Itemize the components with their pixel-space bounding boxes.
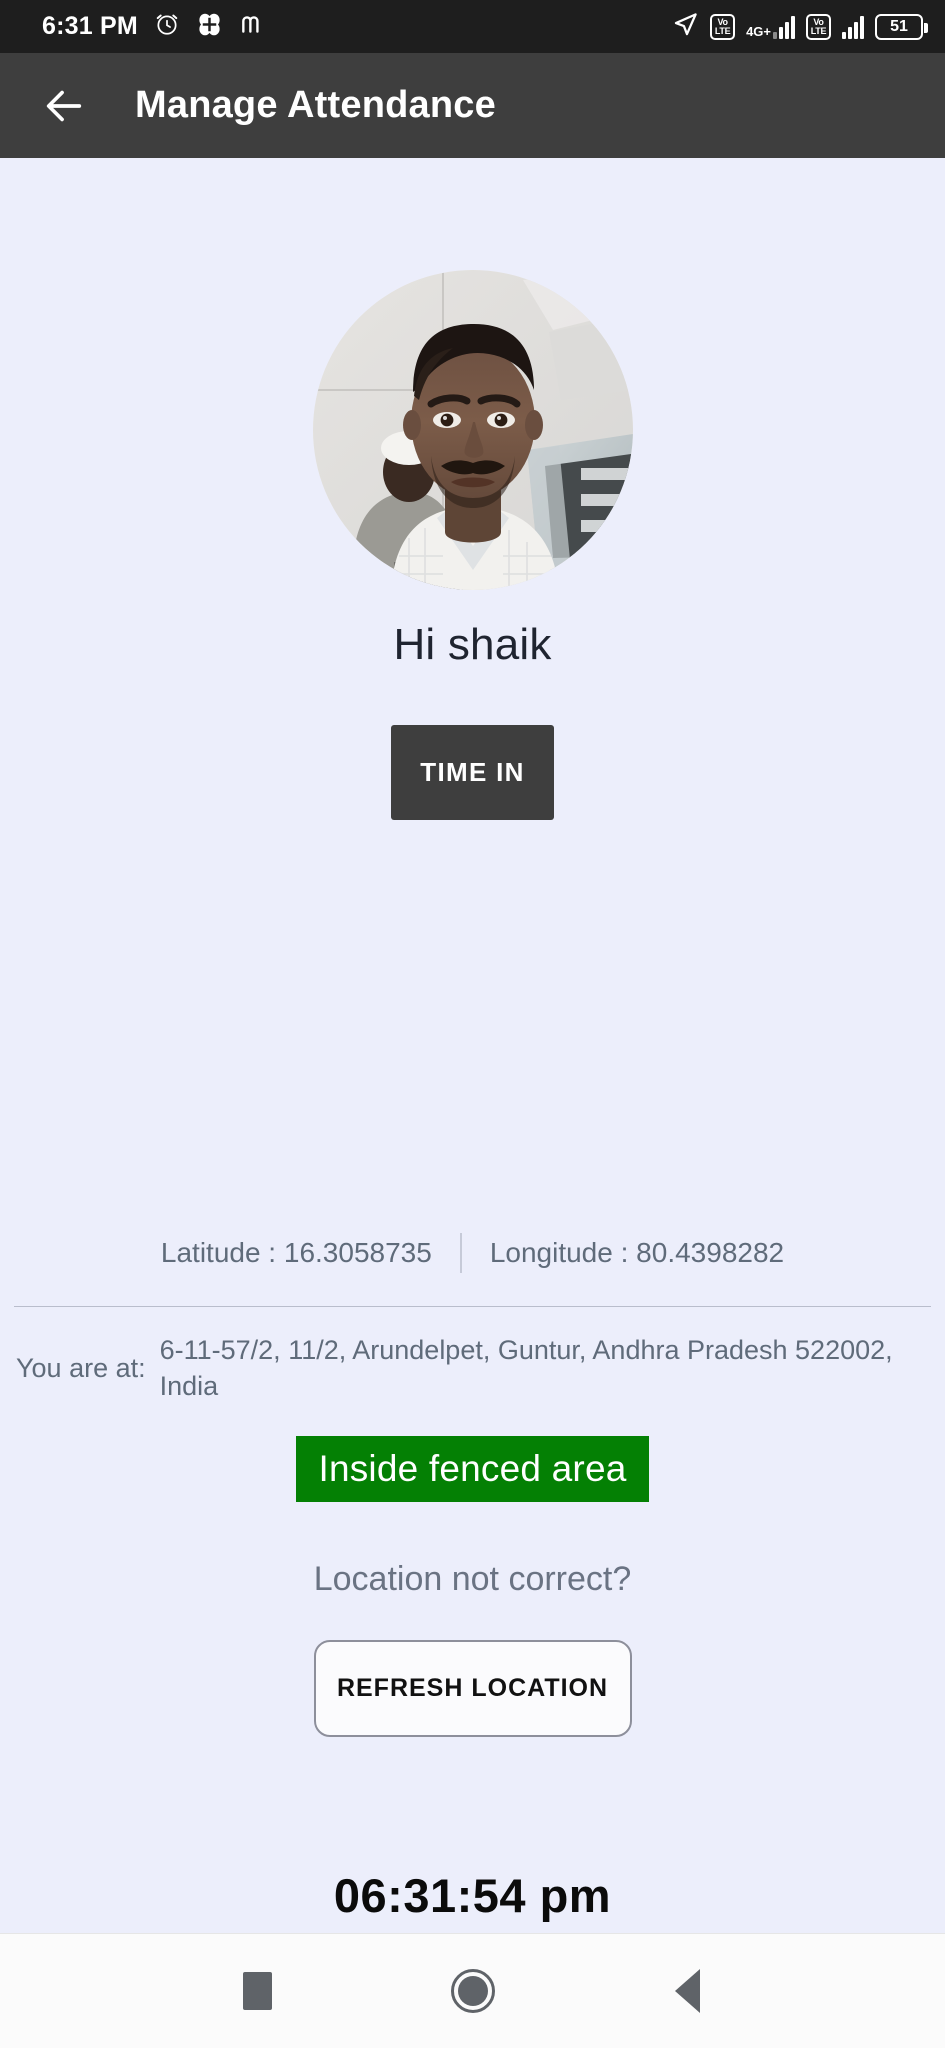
latitude-label: Latitude : [160,1237,277,1268]
status-bar-right: Vo LTE 4G+ Vo LTE 51 [672,11,928,43]
longitude-value: 80.4398282 [636,1237,785,1268]
address-row: You are at: 6-11-57/2, 11/2, Arundelpet,… [16,1333,931,1404]
home-button[interactable] [433,1951,513,2031]
latitude-cell: Latitude : 16.3058735 [133,1237,460,1269]
volte-icon: Vo LTE [710,13,736,40]
refresh-location-button[interactable]: REFRESH LOCATION [313,1640,632,1737]
recents-square-icon [243,1972,272,2010]
user-profile-photo [312,270,633,590]
page-title: Manage Attendance [135,84,496,126]
network-label-stack: 4G+ [746,23,771,39]
back-triangle-icon [675,1969,700,2013]
signal-bars-icon-2 [842,15,864,39]
location-not-correct-label: Location not correct? [313,1560,632,1598]
app-badge-icon [196,11,223,43]
back-nav-button[interactable] [648,1951,728,2031]
battery-icon: 51 [875,13,928,40]
signal-bars-icon [773,15,795,39]
app-bar: Manage Attendance [0,53,945,158]
network-label: 4G+ [746,23,771,39]
status-bar-clock: 6:31 PM [42,12,138,40]
avatar-container [0,270,945,590]
volte-icon-2: Vo LTE [806,13,831,40]
time-in-container: TIME IN [0,725,945,820]
network-4gplus-icon: 4G+ [746,15,795,39]
home-circle-icon [450,1969,495,2013]
status-bar-left: 6:31 PM [42,11,265,43]
arrow-left-icon [46,90,82,121]
greeting-text: Hi shaik [393,620,552,669]
main-content: Hi shaik TIME IN Latitude : 16.3058735 L… [0,158,945,1933]
location-arrow-icon [672,11,699,43]
longitude-cell: Longitude : 80.4398282 [462,1237,812,1269]
status-badge: Inside fenced area [296,1436,649,1502]
avatar [312,270,633,590]
navigation-bar [0,1933,945,2048]
time-in-button[interactable]: TIME IN [391,725,554,820]
back-button[interactable] [38,80,90,132]
fence-status-container: Inside fenced area [0,1436,945,1502]
volte-bottom-text-2: LTE [810,25,827,36]
status-bar: 6:31 PM Vo LTE 4G+ Vo LTE 51 [0,0,945,53]
address-label: You are at: [16,1353,146,1384]
latitude-value: 16.3058735 [283,1237,432,1268]
live-clock: 06:31:54 pm [333,1869,612,1922]
phone-screen: 6:31 PM Vo LTE 4G+ Vo LTE 51 Manage Atte… [0,0,945,2048]
longitude-label: Longitude : [489,1237,629,1268]
app-m-icon [239,11,265,42]
refresh-container: REFRESH LOCATION [0,1640,945,1737]
address-value: 6-11-57/2, 11/2, Arundelpet, Guntur, And… [159,1335,893,1401]
volte-bottom-text: LTE [714,25,731,36]
battery-level-text: 51 [890,17,908,35]
section-divider [14,1306,931,1307]
coordinates-row: Latitude : 16.3058735 Longitude : 80.439… [0,1233,945,1273]
recents-button[interactable] [218,1951,298,2031]
alarm-clock-icon [154,11,180,42]
